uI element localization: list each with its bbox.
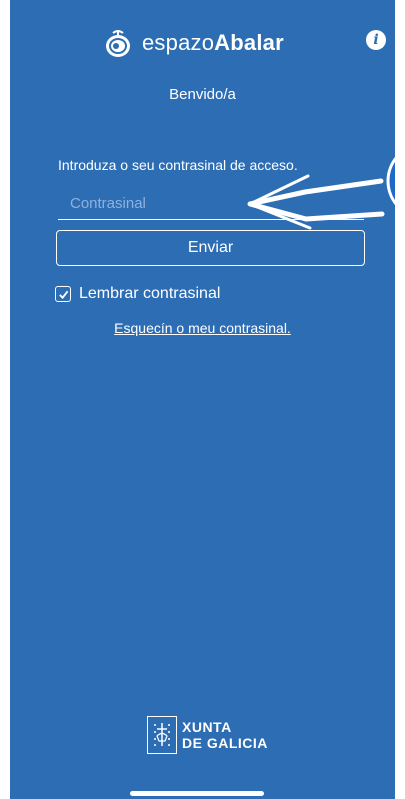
password-input[interactable] — [58, 188, 364, 220]
welcome-text: Benvido/a — [169, 86, 236, 103]
galicia-coat-of-arms-icon — [147, 716, 177, 754]
top-bar: espazoAbalar i — [10, 0, 395, 70]
forgot-password-link[interactable]: Esquecín o meu contrasinal. — [10, 320, 395, 336]
xunta-de-galicia-logo: XUNTA DE GALICIA — [147, 716, 268, 754]
login-screen: espazoAbalar i Benvido/a Introduza o seu… — [10, 0, 395, 799]
remember-label: Lembrar contrasinal — [79, 285, 221, 302]
xunta-line-1: XUNTA — [182, 719, 232, 735]
espazo-abalar-logo-icon — [106, 30, 130, 57]
home-indicator[interactable] — [130, 791, 264, 796]
submit-button[interactable]: Enviar — [56, 230, 365, 266]
app-logo: espazoAbalar — [102, 24, 332, 62]
checkmark-icon — [58, 290, 68, 299]
remember-checkbox[interactable] — [55, 286, 71, 302]
logo-text-light: espazo — [142, 30, 215, 55]
password-instructions: Introduza o seu contrasinal de acceso. — [58, 157, 298, 173]
info-icon[interactable]: i — [366, 30, 386, 50]
xunta-line-2: DE GALICIA — [182, 735, 268, 751]
annotation-circle — [386, 156, 395, 206]
remember-password-toggle[interactable]: Lembrar contrasinal — [55, 285, 220, 303]
app-logo-text: espazoAbalar — [142, 30, 284, 56]
logo-text-bold: Abalar — [214, 30, 284, 55]
xunta-text: XUNTA DE GALICIA — [182, 719, 268, 751]
